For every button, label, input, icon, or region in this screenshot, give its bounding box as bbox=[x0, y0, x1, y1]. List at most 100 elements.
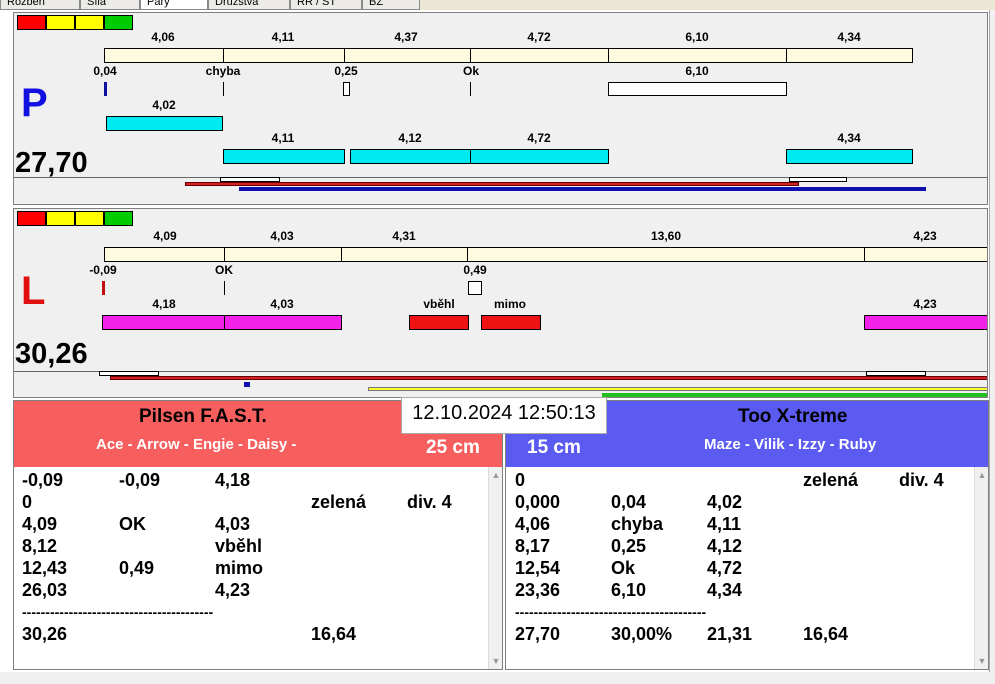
result-cell: 4,34 bbox=[707, 580, 743, 600]
split-bar bbox=[864, 247, 987, 262]
exchange-marker bbox=[224, 281, 225, 295]
split-bar bbox=[104, 48, 224, 63]
exchange-bar bbox=[608, 82, 787, 96]
summary-cell: 27,70 bbox=[515, 624, 561, 644]
results-scrollbar[interactable]: ▲ ▼ bbox=[488, 467, 502, 669]
split-bar bbox=[467, 247, 865, 262]
result-cell: vběhl bbox=[215, 536, 263, 556]
exchange-marker bbox=[468, 281, 482, 295]
split-bar bbox=[344, 48, 471, 63]
separator-line: ----------------------------------------… bbox=[515, 605, 707, 619]
result-cell: 4,23 bbox=[215, 580, 251, 600]
background-window-edge bbox=[989, 10, 995, 684]
progress-line-green bbox=[602, 393, 987, 397]
result-cell: 12,54 bbox=[515, 558, 561, 578]
tab-pary[interactable]: Páry bbox=[140, 0, 208, 10]
start-lights bbox=[17, 211, 133, 226]
result-cell: -0,09 bbox=[22, 470, 64, 490]
dog-time: 4,72 bbox=[527, 131, 551, 145]
dog-time: 4,03 bbox=[270, 297, 294, 311]
exchange-value: 0,49 bbox=[463, 263, 487, 277]
scroll-down-icon[interactable]: ▼ bbox=[491, 656, 501, 666]
result-cell: 8,17 bbox=[515, 536, 551, 556]
team-name: Too X-treme bbox=[738, 406, 848, 427]
split-value: 13,60 bbox=[650, 229, 682, 243]
start-light-red bbox=[17, 211, 46, 226]
result-cell: 0,04 bbox=[611, 492, 647, 512]
summary-cell: 30,00% bbox=[611, 624, 673, 644]
summary-cell: 21,31 bbox=[707, 624, 753, 644]
separator-line: ----------------------------------------… bbox=[22, 605, 214, 619]
tab-druzstva[interactable]: Družstva bbox=[208, 0, 290, 10]
tab-strip-filler bbox=[420, 0, 995, 10]
datetime-display: 12.10.2024 12:50:13 bbox=[401, 397, 607, 434]
lane-total-time: 30,26 bbox=[15, 338, 88, 370]
dog-time: 4,02 bbox=[152, 98, 176, 112]
lane-label: L bbox=[21, 269, 46, 313]
progress-line-blue bbox=[239, 187, 926, 191]
dog-bar bbox=[350, 149, 471, 164]
team-dogs: Maze - Vilik - Izzy - Ruby bbox=[704, 436, 877, 453]
result-cell: Ok bbox=[611, 558, 636, 578]
result-cell: -0,09 bbox=[119, 470, 161, 490]
dog-fault: mimo bbox=[493, 297, 526, 311]
split-value: 4,11 bbox=[271, 30, 295, 44]
dog-bar bbox=[224, 315, 342, 330]
jump-height: 25 cm bbox=[426, 437, 480, 458]
dog-bar bbox=[223, 149, 345, 164]
result-cell: div. 4 bbox=[899, 470, 944, 490]
dog-bar bbox=[102, 315, 225, 330]
tab-strip: Rozběh Síla Páry Družstva RR / ST BZ bbox=[0, 0, 995, 10]
result-cell: OK bbox=[119, 514, 146, 534]
result-cell: 26,03 bbox=[22, 580, 68, 600]
split-value: 4,03 bbox=[270, 229, 294, 243]
start-light-yellow bbox=[75, 15, 104, 30]
result-cell: 4,11 bbox=[707, 514, 742, 534]
jump-height: 15 cm bbox=[527, 437, 581, 458]
result-cell: 0 bbox=[22, 492, 33, 512]
dog-fault-bar bbox=[409, 315, 469, 330]
lane-p-panel: P 27,70 4,06 4,11 4,37 4,72 6,10 4,34 0,… bbox=[13, 12, 988, 205]
exchange-value: -0,09 bbox=[89, 263, 117, 277]
lane-l-panel: L 30,26 4,09 4,03 4,31 13,60 4,23 -0,09 … bbox=[13, 208, 988, 398]
result-cell: 4,02 bbox=[707, 492, 743, 512]
progress-line-blue bbox=[244, 382, 250, 387]
start-light-yellow bbox=[46, 15, 75, 30]
tab-rozbeh[interactable]: Rozběh bbox=[0, 0, 80, 10]
split-value: 6,10 bbox=[685, 30, 709, 44]
split-value: 4,72 bbox=[527, 30, 551, 44]
scroll-up-icon[interactable]: ▲ bbox=[491, 470, 501, 480]
split-bar bbox=[341, 247, 468, 262]
dog-bar bbox=[470, 149, 609, 164]
split-value: 4,31 bbox=[392, 229, 416, 243]
exchange-value: chyba bbox=[205, 64, 241, 78]
result-cell: chyba bbox=[611, 514, 664, 534]
split-bar bbox=[786, 48, 913, 63]
dog-bar bbox=[786, 149, 913, 164]
scroll-down-icon[interactable]: ▼ bbox=[977, 656, 987, 666]
tab-bz[interactable]: BZ bbox=[362, 0, 420, 10]
split-value: 4,09 bbox=[153, 229, 177, 243]
start-light-green bbox=[104, 15, 133, 30]
tab-rr-st[interactable]: RR / ST bbox=[290, 0, 362, 10]
scroll-up-icon[interactable]: ▲ bbox=[977, 470, 987, 480]
start-light-yellow bbox=[75, 211, 104, 226]
exchange-marker bbox=[223, 82, 224, 96]
start-light-yellow bbox=[46, 211, 75, 226]
exchange-marker bbox=[343, 82, 350, 96]
result-cell: 4,03 bbox=[215, 514, 251, 534]
exchange-value: 6,10 bbox=[685, 64, 709, 78]
track-line bbox=[14, 371, 987, 372]
result-cell: 8,12 bbox=[22, 536, 58, 556]
split-bar bbox=[470, 48, 609, 63]
result-cell: 23,36 bbox=[515, 580, 561, 600]
split-bar bbox=[608, 48, 787, 63]
split-bar bbox=[224, 247, 342, 262]
results-scrollbar[interactable]: ▲ ▼ bbox=[974, 467, 988, 669]
result-cell: div. 4 bbox=[407, 492, 452, 512]
dog-time: 4,34 bbox=[837, 131, 861, 145]
dog-bar bbox=[864, 315, 987, 330]
result-cell: 4,12 bbox=[707, 536, 743, 556]
progress-line-yellow bbox=[368, 387, 987, 391]
tab-sila[interactable]: Síla bbox=[80, 0, 140, 10]
